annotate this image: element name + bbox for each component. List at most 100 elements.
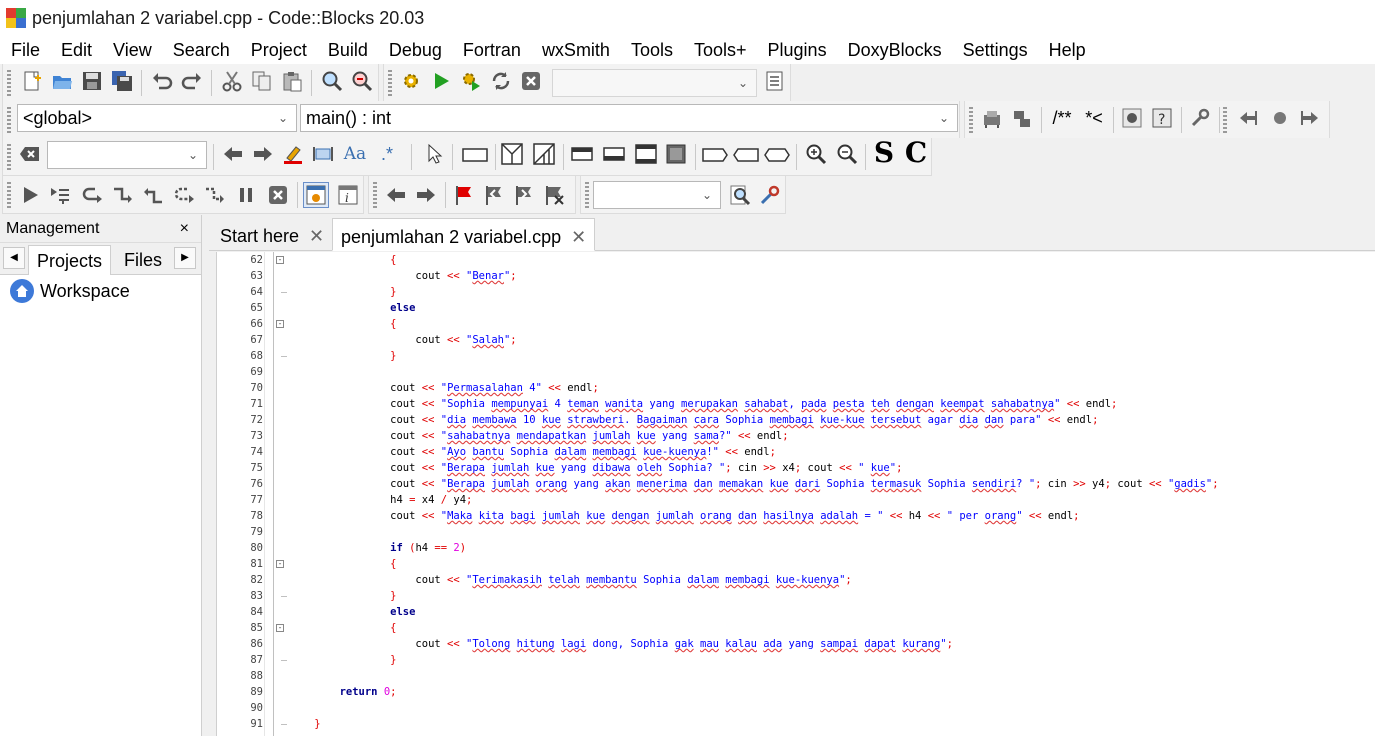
fold-toggle-icon[interactable]: -: [276, 624, 284, 632]
input-output-icon[interactable]: [701, 141, 729, 167]
code-line[interactable]: 82 cout << "Terimakasih telah membantu S…: [217, 572, 1375, 588]
zoom-in-icon[interactable]: [803, 141, 829, 167]
close-icon[interactable]: ✕: [571, 227, 586, 247]
next-bookmark-icon[interactable]: [413, 182, 439, 208]
menu-doxyblocks[interactable]: DoxyBlocks: [840, 36, 950, 64]
jump-back-icon[interactable]: [1235, 105, 1261, 131]
code-line[interactable]: 73 cout << "sahabatnya mendapatkan jumla…: [217, 428, 1375, 444]
next-instruction-icon[interactable]: [171, 182, 197, 208]
menu-help[interactable]: Help: [1041, 36, 1094, 64]
code-line[interactable]: 81 - {: [217, 556, 1375, 572]
run-to-cursor-icon[interactable]: [47, 182, 73, 208]
menu-edit[interactable]: Edit: [53, 36, 100, 64]
debug-start-icon[interactable]: [17, 182, 43, 208]
code-line[interactable]: 65 else: [217, 300, 1375, 316]
previous-bookmark-icon[interactable]: [383, 182, 409, 208]
tab-start-here[interactable]: Start here ✕: [212, 218, 332, 251]
menu-tools[interactable]: Tools: [623, 36, 681, 64]
clear-flags-icon[interactable]: [541, 182, 567, 208]
return-shape-icon[interactable]: [732, 141, 760, 167]
abort-icon[interactable]: [518, 68, 544, 94]
build-gear-icon[interactable]: [398, 68, 424, 94]
break-shape-icon[interactable]: [763, 141, 791, 167]
build-and-run-icon[interactable]: [458, 68, 484, 94]
toggle-bookmark-icon[interactable]: [451, 182, 477, 208]
code-line[interactable]: 70 cout << "Permasalahan 4" << endl;: [217, 380, 1375, 396]
pause-icon[interactable]: [233, 182, 259, 208]
selected-text-only-icon[interactable]: [310, 141, 336, 167]
tab-penjumlahan[interactable]: penjumlahan 2 variabel.cpp ✕: [332, 218, 596, 251]
menu-build[interactable]: Build: [320, 36, 376, 64]
code-line[interactable]: 66 - {: [217, 316, 1375, 332]
extract-doc-icon[interactable]: [1009, 105, 1035, 131]
do-while-loop-icon[interactable]: [601, 141, 627, 167]
next-line-icon[interactable]: [79, 182, 105, 208]
menu-settings[interactable]: Settings: [955, 36, 1036, 64]
code-line[interactable]: 72 cout << "dia membawa 10 kue strawberi…: [217, 412, 1375, 428]
close-icon[interactable]: ✕: [309, 226, 324, 246]
menu-search[interactable]: Search: [165, 36, 238, 64]
search-symbol-icon[interactable]: [727, 182, 753, 208]
panel-splitter[interactable]: [202, 215, 209, 736]
code-line[interactable]: 77 h4 = x4 / y4;: [217, 492, 1375, 508]
if-block-icon[interactable]: [499, 141, 525, 167]
tab-files[interactable]: Files: [116, 245, 170, 275]
code-line[interactable]: 84 else: [217, 604, 1375, 620]
code-line[interactable]: 85 - {: [217, 620, 1375, 636]
menu-project[interactable]: Project: [243, 36, 315, 64]
code-line[interactable]: 79: [217, 524, 1375, 540]
build-target-select[interactable]: ⌄: [552, 69, 757, 97]
function-select[interactable]: main() : int ⌄: [300, 104, 958, 132]
code-line[interactable]: 83 }: [217, 588, 1375, 604]
step-out-icon[interactable]: [141, 182, 167, 208]
step-into-instruction-icon[interactable]: [201, 182, 227, 208]
code-line[interactable]: 78 cout << "Maka kita bagi jumlah kue de…: [217, 508, 1375, 524]
fold-toggle-icon[interactable]: -: [276, 320, 284, 328]
paste-icon[interactable]: [279, 68, 305, 94]
select-pointer-icon[interactable]: [421, 141, 447, 167]
code-line[interactable]: 62 - {: [217, 252, 1375, 268]
save-all-icon[interactable]: [109, 68, 135, 94]
workspace-node[interactable]: Workspace: [10, 279, 130, 303]
match-case-icon[interactable]: Aa: [342, 141, 368, 167]
tab-projects[interactable]: Projects: [28, 245, 112, 275]
management-close-button[interactable]: ×: [180, 215, 189, 243]
open-file-icon[interactable]: [49, 68, 75, 94]
various-info-icon[interactable]: i: [335, 182, 361, 208]
line-comment-button[interactable]: *<: [1079, 105, 1109, 131]
tab-scroll-right-button[interactable]: ▶: [174, 247, 196, 269]
menu-plugins[interactable]: Plugins: [760, 36, 835, 64]
incremental-search-input[interactable]: ⌄: [47, 141, 207, 169]
code-line[interactable]: 76 cout << "Berapa jumlah orang yang aka…: [217, 476, 1375, 492]
menu-tools-plus[interactable]: Tools+: [686, 36, 755, 64]
previous-flag-icon[interactable]: [481, 182, 507, 208]
code-editor[interactable]: 62- {63 cout << "Benar"; 64 } 65 else 66- {…: [216, 252, 1375, 736]
jump-home-icon[interactable]: [1267, 105, 1293, 131]
redo-icon[interactable]: [179, 68, 205, 94]
menu-debug[interactable]: Debug: [381, 36, 450, 64]
fold-toggle-icon[interactable]: -: [276, 560, 284, 568]
debugging-windows-icon[interactable]: [303, 182, 329, 208]
tab-scroll-left-button[interactable]: ◀: [3, 247, 25, 269]
code-line[interactable]: 69: [217, 364, 1375, 380]
find-replace-icon[interactable]: [349, 68, 375, 94]
code-line[interactable]: 90: [217, 700, 1375, 716]
next-flag-icon[interactable]: [511, 182, 537, 208]
rectangle-shape-icon[interactable]: [460, 141, 490, 167]
symbol-settings-icon[interactable]: [757, 182, 783, 208]
code-line[interactable]: 89 return 0;: [217, 684, 1375, 700]
jump-forward-icon[interactable]: [1297, 105, 1323, 131]
doxywizard-icon[interactable]: [979, 105, 1005, 131]
code-line[interactable]: 74 cout << "Ayo bantu Sophia dalam memba…: [217, 444, 1375, 460]
export-svg-button[interactable]: S: [871, 136, 897, 169]
code-line[interactable]: 67 cout << "Salah";: [217, 332, 1375, 348]
regex-icon[interactable]: .*: [374, 141, 400, 167]
cut-icon[interactable]: [219, 68, 245, 94]
run-chm-help-icon[interactable]: ?: [1149, 105, 1175, 131]
step-into-icon[interactable]: [109, 182, 135, 208]
while-loop-icon[interactable]: [569, 141, 595, 167]
code-line[interactable]: 75 cout << "Berapa jumlah kue yang dibaw…: [217, 460, 1375, 476]
code-line[interactable]: 71 cout << "Sophia mempunyai 4 teman wan…: [217, 396, 1375, 412]
search-previous-icon[interactable]: [220, 141, 246, 167]
scope-select[interactable]: <global> ⌄: [17, 104, 297, 132]
